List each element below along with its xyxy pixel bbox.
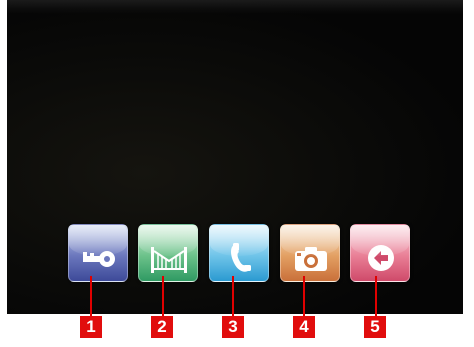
callout-label-5: 5 — [364, 316, 386, 338]
callout-label-3: 3 — [222, 316, 244, 338]
callout-label-2: 2 — [151, 316, 173, 338]
callout-line-5 — [375, 276, 377, 316]
callout-line-4 — [303, 276, 305, 316]
unlock-door-button[interactable] — [68, 224, 128, 282]
phone-icon — [231, 243, 251, 272]
callout-label-1: 1 — [80, 316, 102, 338]
monitor-screen — [7, 0, 463, 314]
open-gate-button[interactable] — [138, 224, 198, 282]
talk-button[interactable] — [209, 224, 269, 282]
back-button[interactable] — [350, 224, 410, 282]
camera-icon — [295, 247, 327, 271]
callout-line-1 — [90, 276, 92, 316]
callout-label-4: 4 — [293, 316, 315, 338]
key-icon — [83, 251, 115, 267]
back-arrow-icon — [368, 245, 394, 271]
callout-line-2 — [162, 276, 164, 316]
gate-icon — [151, 247, 187, 273]
snapshot-button[interactable] — [280, 224, 340, 282]
callout-line-3 — [232, 276, 234, 316]
